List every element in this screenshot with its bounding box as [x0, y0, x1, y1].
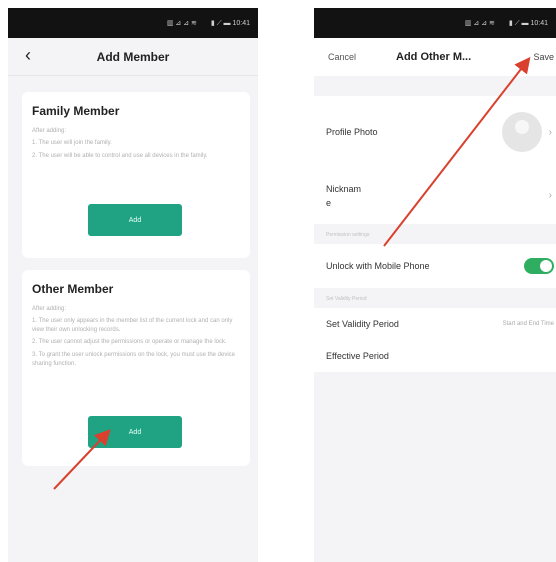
unlock-toggle[interactable] [524, 258, 554, 274]
family-add-button[interactable]: Add [88, 204, 182, 236]
nickname-label: Nicknam e [326, 183, 362, 208]
navigation-bar: ‹ Add Member [8, 38, 258, 76]
form-list: Profile Photo › Nicknam e › Permission s… [314, 96, 556, 372]
unlock-label: Unlock with Mobile Phone [326, 261, 430, 271]
profile-photo-label: Profile Photo [326, 127, 378, 137]
other-line-2: 2. The user cannot adjust the permission… [32, 339, 227, 346]
other-add-button[interactable]: Add [88, 416, 182, 448]
profile-photo-row[interactable]: Profile Photo › [314, 96, 556, 168]
chevron-left-icon[interactable]: ‹ [18, 45, 38, 66]
avatar-placeholder-icon[interactable] [502, 112, 542, 152]
status-info: ▮ ⟋ ▬ 10:41 [508, 19, 548, 27]
chevron-right-icon: › [548, 126, 552, 138]
family-line-1: 1. The user will join the family. [32, 140, 112, 146]
unlock-mobile-row: Unlock with Mobile Phone [314, 244, 556, 288]
right-screen: ▥ ⊿ ⊿ ≋ ▮ ⟋ ▬ 10:41 Cancel Add Other M..… [314, 8, 556, 562]
effective-label: Effective Period [326, 351, 389, 361]
validity-label: Set Validity Period [326, 319, 399, 329]
permission-section-header: Permission settings [314, 224, 556, 244]
family-member-card: Family Member After adding: 1. The user … [22, 92, 250, 258]
other-member-heading: Other Member [32, 282, 114, 296]
family-member-heading: Family Member [32, 104, 120, 118]
cancel-button[interactable]: Cancel [328, 52, 356, 62]
left-screen: ▥ ⊿ ⊿ ≋ ▮ ⟋ ▬ 10:41 ‹ Add Member Family … [8, 8, 258, 562]
other-line-1: 1. The user only appears in the member l… [32, 318, 233, 333]
status-bar: ▥ ⊿ ⊿ ≋ ▮ ⟋ ▬ 10:41 [314, 8, 556, 38]
validity-section-header: Set Validity Period [314, 288, 556, 308]
save-button[interactable]: Save [533, 52, 554, 62]
other-member-card: Other Member After adding: 1. The user o… [22, 270, 250, 466]
validity-value: Start and End Time [502, 321, 554, 327]
page-title: Add Member [96, 49, 170, 64]
other-after-adding: After adding: [32, 306, 67, 312]
chevron-right-icon: › [548, 190, 552, 201]
effective-period-row[interactable]: Effective Period [314, 340, 556, 372]
status-info: ▮ ⟋ ▬ 10:41 [210, 19, 250, 27]
status-icons: ▥ ⊿ ⊿ ≋ [464, 20, 495, 27]
other-line-3: 3. To grant the user unlock permissions … [32, 352, 235, 367]
validity-period-row[interactable]: Set Validity Period Start and End Time [314, 308, 556, 340]
status-bar: ▥ ⊿ ⊿ ≋ ▮ ⟋ ▬ 10:41 [8, 8, 258, 38]
family-after-adding: After adding: [32, 128, 67, 134]
navigation-bar: Cancel Add Other M... Save [314, 38, 556, 76]
family-line-2: 2. The user will be able to control and … [32, 152, 208, 159]
nickname-row[interactable]: Nicknam e › [314, 168, 556, 224]
status-icons: ▥ ⊿ ⊿ ≋ [166, 20, 197, 27]
page-title: Add Other M... [396, 51, 472, 63]
